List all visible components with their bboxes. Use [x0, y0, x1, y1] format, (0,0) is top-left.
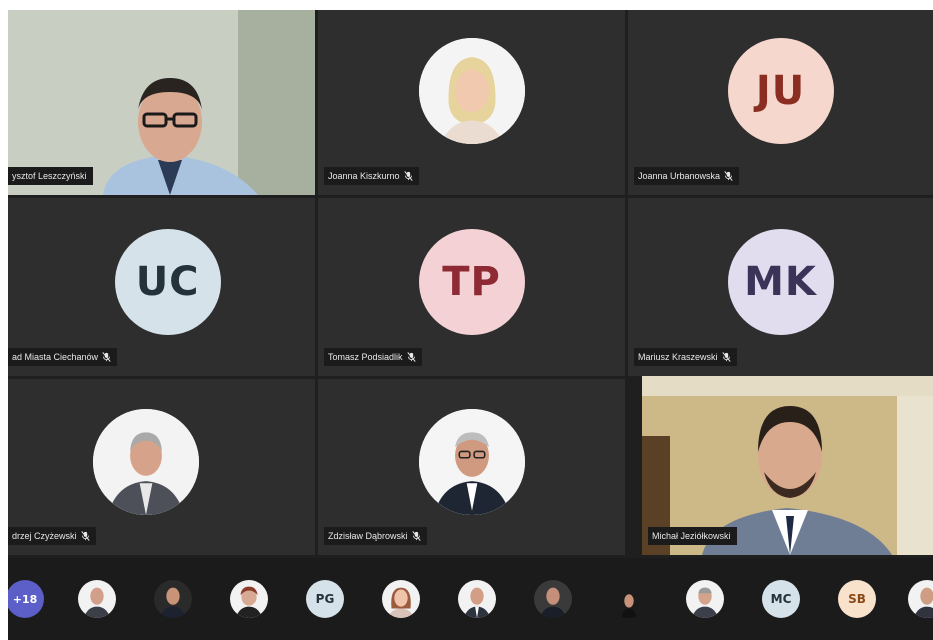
participant-name: Zdzisław Dąbrowski	[328, 531, 408, 541]
strip-participant-avatar[interactable]	[458, 580, 496, 618]
participant-name-tag: ysztof Leszczyński	[8, 167, 93, 185]
participant-tile[interactable]: Zdzisław Dąbrowski	[318, 379, 625, 555]
participant-name-tag: Zdzisław Dąbrowski	[324, 527, 427, 545]
participant-name-tag: ad Miasta Ciechanów	[8, 348, 118, 366]
profile-photo-icon	[418, 38, 525, 145]
strip-participant-avatar[interactable]	[154, 580, 192, 618]
participant-tile[interactable]: JU Joanna Urbanowska	[628, 10, 933, 195]
participant-tile[interactable]: ysztof Leszczyński	[8, 10, 315, 195]
mic-muted-icon	[403, 171, 413, 181]
more-participants-count: +18	[12, 592, 38, 606]
mic-muted-icon	[721, 352, 731, 362]
profile-photo-icon	[93, 408, 200, 515]
participant-name: drzej Czyżewski	[12, 531, 77, 541]
participant-name-tag: Mariusz Kraszewski	[634, 348, 737, 366]
participant-name: Joanna Kiszkurno	[328, 171, 400, 181]
participant-tile[interactable]: drzej Czyżewski	[8, 379, 315, 555]
strip-participant-avatar[interactable]	[686, 580, 724, 618]
participant-tile[interactable]: UC ad Miasta Ciechanów	[8, 198, 315, 376]
participant-initials: TP	[442, 258, 501, 305]
participant-initials-avatar: UC	[114, 228, 221, 335]
profile-photo-icon	[534, 580, 572, 618]
strip-participant-initials-avatar[interactable]: MC	[762, 580, 800, 618]
strip-participant-avatar[interactable]	[610, 580, 648, 618]
participant-name: ad Miasta Ciechanów	[12, 352, 99, 362]
participant-initials-avatar: TP	[418, 228, 525, 335]
more-participants-badge[interactable]: +18	[8, 580, 44, 618]
participant-name: ysztof Leszczyński	[12, 171, 87, 181]
profile-photo-icon	[458, 580, 496, 618]
participant-initials: MK	[744, 258, 817, 305]
participant-name-tag: Joanna Urbanowska	[634, 167, 740, 185]
strip-participant-avatar[interactable]	[382, 580, 420, 618]
participant-initials: SB	[848, 592, 866, 606]
participant-avatar	[418, 38, 525, 145]
strip-participant-avatar[interactable]	[534, 580, 572, 618]
mic-muted-icon	[406, 352, 416, 362]
strip-participant-initials-avatar[interactable]: PG	[306, 580, 344, 618]
participant-initials-avatar: JU	[727, 38, 834, 145]
mic-muted-icon	[102, 352, 111, 362]
participant-avatar	[418, 408, 525, 515]
participant-initials: UC	[135, 258, 200, 305]
participant-grid: ysztof Leszczyński Joanna Kiszkurno JU J…	[8, 10, 933, 555]
profile-photo-icon	[686, 580, 724, 618]
mic-muted-icon	[724, 171, 733, 181]
meeting-stage: ysztof Leszczyński Joanna Kiszkurno JU J…	[8, 10, 933, 640]
mic-muted-icon	[80, 531, 90, 541]
profile-photo-icon	[78, 580, 116, 618]
participant-name: Tomasz Podsiadlik	[328, 352, 403, 362]
strip-participant-avatar[interactable]	[908, 580, 933, 618]
strip-participant-avatar[interactable]	[78, 580, 116, 618]
profile-photo-icon	[418, 408, 525, 515]
participant-avatar	[93, 408, 200, 515]
participant-tile[interactable]: Michał Jeziółkowski	[642, 376, 933, 555]
participant-initials-avatar: MK	[727, 228, 834, 335]
profile-photo-icon	[610, 580, 648, 618]
mic-muted-icon	[411, 531, 421, 541]
participant-name-tag: Joanna Kiszkurno	[324, 167, 419, 185]
profile-photo-icon	[908, 580, 933, 618]
strip-participant-initials-avatar[interactable]: SB	[838, 580, 876, 618]
participant-initials: PG	[315, 592, 335, 606]
participant-tile[interactable]: MK Mariusz Kraszewski	[628, 198, 933, 376]
profile-photo-icon	[230, 580, 268, 618]
participant-tile[interactable]: Joanna Kiszkurno	[318, 10, 625, 195]
participant-initials: JU	[755, 68, 806, 115]
participant-name: Mariusz Kraszewski	[638, 352, 718, 362]
participant-name: Joanna Urbanowska	[638, 171, 721, 181]
participant-name: Michał Jeziółkowski	[652, 531, 731, 541]
strip-participant-avatar[interactable]	[230, 580, 268, 618]
participant-name-tag: Michał Jeziółkowski	[648, 527, 737, 545]
participant-name-tag: Tomasz Podsiadlik	[324, 348, 422, 366]
participant-strip: +18 PG MC SB	[8, 558, 933, 640]
participant-tile[interactable]: TP Tomasz Podsiadlik	[318, 198, 625, 376]
participant-initials: MC	[770, 592, 792, 606]
participant-name-tag: drzej Czyżewski	[8, 527, 96, 545]
profile-photo-icon	[154, 580, 192, 618]
profile-photo-icon	[382, 580, 420, 618]
